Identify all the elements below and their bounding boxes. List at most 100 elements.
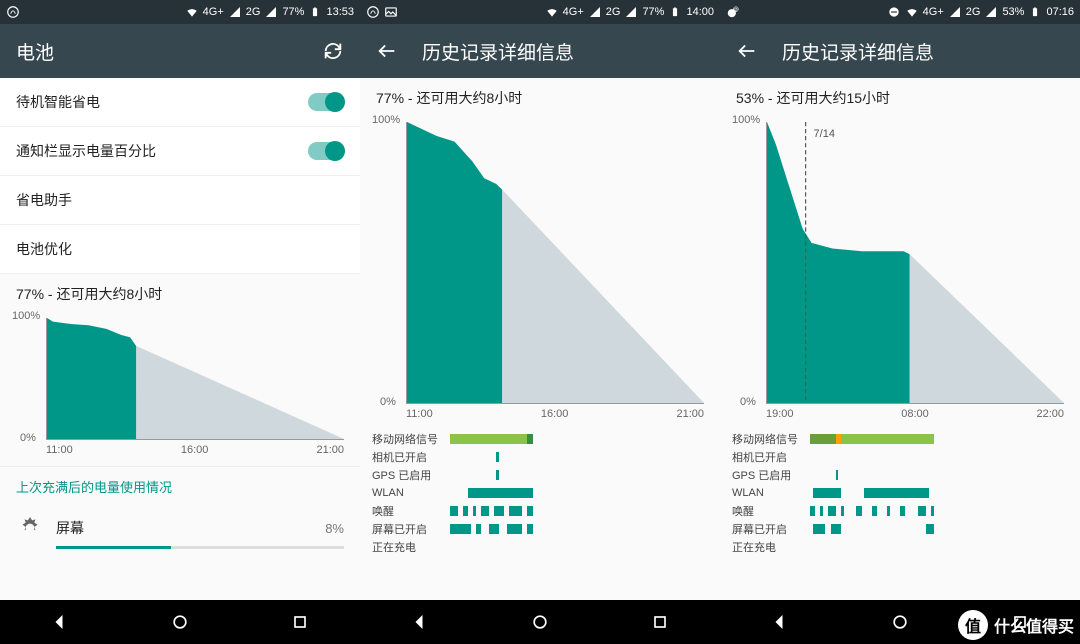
strip-track [810,434,1068,444]
nav-home-button[interactable] [889,611,911,633]
activity-strips: 移动网络信号相机已开启GPS 已启用WLAN唤醒屏幕已开启正在充电 [360,430,720,560]
battery-summary: 77% - 还可用大约8小时 [360,78,720,114]
y-min-label: 0% [20,432,36,444]
page-title: 历史记录详细信息 [422,38,574,65]
strip-track [810,488,1068,498]
activity-strip: GPS 已启用 [732,466,1068,484]
activity-strips: 移动网络信号相机已开启GPS 已启用WLAN唤醒屏幕已开启正在充电 [720,430,1080,560]
row-standby-saver[interactable]: 待机智能省电 [0,78,360,127]
wifi-icon [545,5,559,19]
back-button[interactable] [376,40,398,62]
strip-label: 相机已开启 [732,449,810,465]
actual-area [767,122,910,403]
usage-label: 屏幕 [56,518,313,538]
brightness-icon [16,514,44,542]
network-2g-label: 2G [246,6,261,18]
usage-pct: 8% [325,521,344,536]
strip-segment [872,506,877,516]
battery-chart[interactable]: 100% 0% 7/14 19:00 08:00 22:00 [720,114,1080,430]
nav-home-button[interactable] [169,611,191,633]
battery-chart[interactable]: 100% 0% 11:00 16:00 21:00 [360,114,720,430]
strip-label: 正在充电 [372,539,450,555]
strip-segment [450,434,527,444]
activity-strip: 正在充电 [732,538,1068,556]
row-show-pct[interactable]: 通知栏显示电量百分比 [0,127,360,176]
refresh-button[interactable] [322,40,344,62]
battery-chart[interactable]: 100% 0% 11:00 16:00 21:00 [0,310,360,466]
strip-track [450,470,708,480]
strip-segment [496,470,499,480]
network-4g-label: 4G+ [203,6,224,18]
strip-segment [831,524,841,534]
row-label: 电池优化 [16,239,72,259]
usage-since-charge-link[interactable]: 上次充满后的电量使用情况 [0,466,360,506]
row-label: 省电助手 [16,190,72,210]
strip-track [810,470,1068,480]
strip-track [450,488,708,498]
usage-item-screen[interactable]: 屏幕 8% [0,506,360,546]
x-axis-labels: 11:00 16:00 21:00 [406,408,704,424]
plot-area: 7/14 [766,122,1064,404]
battery-summary: 53% - 还可用大约15小时 [720,78,1080,114]
activity-strip: 正在充电 [372,538,708,556]
uc-browser-icon [366,5,380,19]
strip-track [450,452,708,462]
strip-label: WLAN [732,487,810,499]
date-marker-label: 7/14 [812,128,837,140]
predicted-area [502,189,704,403]
nav-recent-button[interactable] [649,611,671,633]
actual-area [47,318,136,439]
strip-label: 移动网络信号 [732,431,810,447]
wifi-icon [905,5,919,19]
toggle-on[interactable] [308,93,344,111]
nav-back-button[interactable] [769,611,791,633]
back-button[interactable] [736,40,758,62]
status-bar: 4G+ 2G 53% 07:16 [720,0,1080,24]
app-bar: 历史记录详细信息 [720,24,1080,78]
plot-area [406,122,704,404]
page-title: 历史记录详细信息 [782,38,934,65]
toggle-on[interactable] [308,142,344,160]
row-power-assistant[interactable]: 省电助手 [0,176,360,225]
screen-history-detail-2: 4G+ 2G 53% 07:16 历史记录详细信息 53% - 还可用大约15小… [720,0,1080,644]
strip-label: 正在充电 [732,539,810,555]
settings-list: 待机智能省电 通知栏显示电量百分比 省电助手 电池优化 [0,78,360,274]
row-battery-optimize[interactable]: 电池优化 [0,225,360,274]
strip-segment [473,506,476,516]
strip-label: GPS 已启用 [372,467,450,483]
status-bar: 4G+ 2G 77% 13:53 [0,0,360,24]
row-label: 待机智能省电 [16,92,100,112]
strip-label: 唤醒 [732,503,810,519]
strip-segment [820,506,823,516]
strip-segment [527,506,532,516]
strip-segment [813,488,841,498]
activity-strip: GPS 已启用 [372,466,708,484]
nav-recent-button[interactable] [1009,611,1031,633]
strip-segment [926,524,934,534]
strip-segment [507,524,522,534]
strip-segment [476,524,481,534]
nav-back-button[interactable] [409,611,431,633]
predicted-area [910,254,1064,403]
activity-strip: 唤醒 [372,502,708,520]
battery-icon [668,5,682,19]
strip-label: 移动网络信号 [372,431,450,447]
signal-icon [228,5,242,19]
strip-segment [828,506,836,516]
status-bar: 4G+ 2G 77% 14:00 [360,0,720,24]
wifi-icon [185,5,199,19]
plot-area [46,318,344,440]
strip-segment [836,470,839,480]
nav-recent-button[interactable] [289,611,311,633]
app-bar: 电池 [0,24,360,78]
strip-label: 唤醒 [372,503,450,519]
strip-track [810,524,1068,534]
nav-home-button[interactable] [529,611,551,633]
strip-segment [918,506,926,516]
strip-track [810,506,1068,516]
strip-segment [496,452,499,462]
actual-area [407,122,502,403]
nav-back-button[interactable] [49,611,71,633]
strip-segment [900,506,905,516]
strip-track [450,524,708,534]
